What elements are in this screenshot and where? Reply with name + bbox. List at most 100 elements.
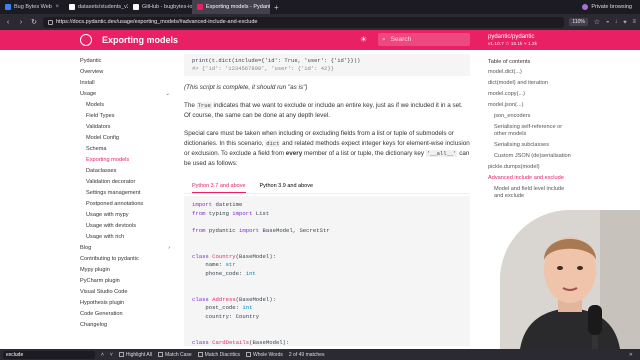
sidebar-item[interactable]: Pydantic bbox=[80, 56, 170, 67]
paragraph-true: The True indicates that we want to exclu… bbox=[184, 101, 470, 121]
code-line: from pydantic import BaseModel, SecretSt… bbox=[192, 226, 330, 234]
whole-words-checkbox[interactable]: Whole Words bbox=[245, 351, 283, 358]
extensions-icon[interactable]: ✦ bbox=[622, 19, 627, 26]
paragraph-all: Special care must be taken when includin… bbox=[184, 129, 470, 169]
sidebar-item-label: Validation decorator bbox=[86, 179, 136, 185]
private-browsing-indicator: Private browsing bbox=[582, 4, 640, 10]
find-prev-icon[interactable]: ˄ bbox=[101, 352, 104, 358]
sidebar-item[interactable]: Postponed annotations bbox=[80, 199, 170, 210]
tab-favicon-icon bbox=[197, 4, 203, 10]
code-block-top: print(t.dict(include={'id': True, 'user'… bbox=[184, 54, 470, 76]
toc-item[interactable]: dict(model) and iteration bbox=[488, 80, 574, 87]
sidebar-item[interactable]: Visual Studio Code bbox=[80, 287, 170, 298]
toc-item[interactable]: json_encoders bbox=[488, 113, 574, 120]
toc-item[interactable]: model.copy(...) bbox=[488, 91, 574, 98]
chevron-down-icon[interactable]: ⌄ bbox=[165, 89, 170, 100]
sidebar-item[interactable]: Model Config bbox=[80, 133, 170, 144]
sidebar-item[interactable]: Mypy plugin bbox=[80, 265, 170, 276]
sidebar-item-label: Validators bbox=[86, 124, 111, 130]
browser-nav-bar: ‹ › ↻ https://docs.pydantic.dev/usage/ex… bbox=[0, 14, 640, 30]
new-tab-button[interactable]: + bbox=[270, 3, 283, 12]
sidebar-item[interactable]: Contributing to pydantic bbox=[80, 254, 170, 265]
menu-icon[interactable]: ≡ bbox=[632, 19, 636, 26]
search-icon: ⌕ bbox=[382, 35, 386, 43]
sidebar-item[interactable]: Usage with devtools bbox=[80, 221, 170, 232]
pydantic-logo-icon[interactable] bbox=[80, 34, 92, 46]
tab-favicon-icon bbox=[133, 4, 139, 10]
sidebar-item[interactable]: Install bbox=[80, 78, 170, 89]
toc-item[interactable]: model.json(...) bbox=[488, 102, 574, 109]
tab-title: Exporting models - Pydantic bbox=[206, 4, 270, 10]
sidebar-item[interactable]: Usage ⌄ bbox=[80, 89, 170, 100]
find-bar: exclude ˄ ˅ Highlight All Match Case Mat… bbox=[0, 349, 640, 360]
presenter-image bbox=[500, 210, 640, 349]
page-title: Exporting models bbox=[102, 35, 179, 45]
close-tab-icon[interactable]: × bbox=[55, 4, 59, 10]
close-find-icon[interactable]: ✕ bbox=[629, 352, 637, 358]
forward-icon[interactable]: › bbox=[17, 19, 25, 26]
sidebar-item-label: Install bbox=[80, 80, 95, 86]
sidebar-item-label: Models bbox=[86, 102, 105, 108]
back-icon[interactable]: ‹ bbox=[4, 19, 12, 26]
code-line: post_code: int bbox=[192, 304, 253, 312]
pocket-icon[interactable]: ◒ bbox=[606, 19, 610, 26]
sidebar-item[interactable]: Models bbox=[80, 100, 170, 111]
repo-stats: v1.10.7 ☆ 15.1k ⑂ 1.2k bbox=[488, 42, 538, 47]
browser-tab[interactable]: Bug Bytes Web × bbox=[0, 0, 64, 14]
search-input[interactable]: ⌕ Search bbox=[378, 33, 470, 46]
repo-link[interactable]: pydantic/pydantic v1.10.7 ☆ 15.1k ⑂ 1.2k bbox=[488, 33, 537, 49]
sidebar-item[interactable]: PyCharm plugin bbox=[80, 276, 170, 287]
sidebar-item-label: Settings management bbox=[86, 190, 141, 196]
sidebar-item[interactable]: Validation decorator bbox=[80, 177, 170, 188]
sidebar-item[interactable]: Schema bbox=[80, 144, 170, 155]
toc-item[interactable]: Model and field level include and exclud… bbox=[488, 186, 574, 200]
code-line: #> {'id': '1234567890', 'user': {'id': 4… bbox=[192, 65, 334, 72]
sidebar-item[interactable]: Usage with rich bbox=[80, 232, 170, 243]
highlight-all-checkbox[interactable]: Highlight All bbox=[118, 352, 152, 358]
find-next-icon[interactable]: ˅ bbox=[110, 352, 113, 358]
inline-code: '__all__' bbox=[425, 150, 458, 157]
match-case-checkbox[interactable]: Match Case bbox=[157, 351, 192, 358]
browser-tab[interactable]: Exporting models - Pydantic× bbox=[192, 0, 270, 14]
toc-item[interactable]: model.dict(...) bbox=[488, 69, 574, 76]
sidebar-item-label: Usage with devtools bbox=[86, 223, 137, 229]
tab-python-37[interactable]: Python 3.7 and above bbox=[192, 180, 246, 193]
find-input[interactable]: exclude bbox=[3, 350, 95, 359]
address-bar[interactable]: https://docs.pydantic.dev/usage/exportin… bbox=[43, 16, 565, 28]
zoom-level[interactable]: 110% bbox=[569, 18, 588, 26]
toc-item[interactable]: Serialising self-reference or other mode… bbox=[488, 124, 574, 138]
toc-item[interactable]: Advanced include and exclude bbox=[488, 175, 574, 182]
table-of-contents: Table of contents model.dict(...) dict(mo… bbox=[488, 56, 574, 204]
browser-tab[interactable]: datasets/students_v2.json at ...× bbox=[64, 0, 128, 14]
sidebar-item[interactable]: Settings management bbox=[80, 188, 170, 199]
browser-tab[interactable]: GitHub - bugbytes-io/dataset...× bbox=[128, 0, 192, 14]
checkbox-label: Whole Words bbox=[252, 351, 283, 358]
checkbox-label: Match Case bbox=[164, 351, 192, 358]
tab-title: GitHub - bugbytes-io/dataset... bbox=[142, 4, 192, 10]
sidebar-item[interactable]: Blog › bbox=[80, 243, 170, 254]
sidebar-item[interactable]: Hypothesis plugin bbox=[80, 298, 170, 309]
toc-item[interactable]: pickle.dumps(model) bbox=[488, 164, 574, 171]
reload-icon[interactable]: ↻ bbox=[30, 18, 38, 26]
sidebar-item-label: Pydantic bbox=[80, 58, 102, 64]
sidebar-item[interactable]: Dataclasses bbox=[80, 166, 170, 177]
sidebar-item[interactable]: Field Types bbox=[80, 111, 170, 122]
tab-python-39[interactable]: Python 3.9 and above bbox=[260, 180, 314, 193]
downloads-icon[interactable]: ↓ bbox=[614, 19, 617, 26]
para-text: indicates that we want to exclude or inc… bbox=[184, 102, 463, 119]
match-diacritics-checkbox[interactable]: Match Diacritics bbox=[197, 352, 240, 358]
sidebar-item[interactable]: Code Generation bbox=[80, 309, 170, 320]
sidebar-item[interactable]: Overview bbox=[80, 67, 170, 78]
toc-item[interactable]: Custom JSON (de)serialisation bbox=[488, 153, 574, 160]
sidebar-item[interactable]: Usage with mypy bbox=[80, 210, 170, 221]
sidebar-item[interactable]: Changelog bbox=[80, 320, 170, 331]
code-block-example: import datetime from typing import List f… bbox=[184, 196, 470, 346]
theme-toggle-icon[interactable]: ☀ bbox=[360, 35, 367, 44]
chevron-right-icon[interactable]: › bbox=[168, 243, 170, 254]
toc-item[interactable]: Serialising subclasses bbox=[488, 142, 574, 149]
bookmark-star-icon[interactable]: ☆ bbox=[593, 18, 601, 26]
sidebar-item[interactable]: Exporting models bbox=[80, 155, 170, 166]
sidebar-item[interactable]: Validators bbox=[80, 122, 170, 133]
